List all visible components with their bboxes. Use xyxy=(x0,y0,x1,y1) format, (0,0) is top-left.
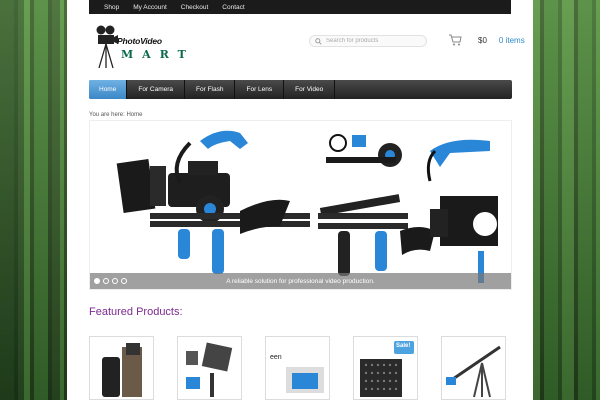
shopping-cart-icon xyxy=(449,34,462,46)
top-bar: Shop My Account Checkout Contact xyxy=(89,0,511,14)
product-card[interactable] xyxy=(177,336,242,400)
product-card[interactable]: Sale! xyxy=(353,336,418,400)
svg-text:een: een xyxy=(270,354,282,361)
search-icon xyxy=(315,37,322,45)
nav-item-for-camera[interactable]: For Camera xyxy=(127,80,186,99)
topbar-link-contact[interactable]: Contact xyxy=(222,4,244,11)
product-card[interactable]: een xyxy=(265,336,330,400)
slider-dot[interactable] xyxy=(112,278,118,284)
movie-camera-icon xyxy=(96,25,118,69)
product-card[interactable] xyxy=(441,336,506,400)
slider-dot[interactable] xyxy=(94,278,100,284)
slider-dots xyxy=(94,278,127,284)
topbar-link-my-account[interactable]: My Account xyxy=(133,4,167,11)
monitor-product-icon: een xyxy=(270,354,324,393)
slider-caption: A reliable solution for professional vid… xyxy=(226,277,375,285)
hero-slider[interactable]: A reliable solution for professional vid… xyxy=(89,120,512,290)
breadcrumb: You are here: Home xyxy=(89,112,143,118)
sale-badge: Sale! xyxy=(396,343,411,349)
page-container: Shop My Account Checkout Contact PhotoVi… xyxy=(67,0,533,400)
jib-crane-product-icon xyxy=(446,345,501,398)
topbar-link-shop[interactable]: Shop xyxy=(104,4,119,11)
cart-items-link[interactable]: 0 items xyxy=(499,36,525,45)
led-panel-product-icon xyxy=(186,342,233,397)
cart-amount: $0 xyxy=(478,35,487,45)
camera-rig-image xyxy=(116,130,498,283)
logo-subtitle: MART xyxy=(121,48,195,61)
nav-item-home[interactable]: Home xyxy=(89,80,128,99)
main-nav: Home For Camera For Flash For Lens For V… xyxy=(89,80,512,99)
featured-heading: Featured Products: xyxy=(89,306,183,318)
nav-item-for-lens[interactable]: For Lens xyxy=(235,80,285,99)
nav-item-for-flash[interactable]: For Flash xyxy=(185,80,236,99)
cart-widget[interactable]: $0 0 items xyxy=(448,34,525,46)
flash-product-icon xyxy=(102,343,142,397)
topbar-link-checkout[interactable]: Checkout xyxy=(181,4,208,11)
search-input[interactable] xyxy=(326,38,422,44)
search-box xyxy=(309,35,427,47)
slider-dot[interactable] xyxy=(103,278,109,284)
product-card[interactable] xyxy=(89,336,154,400)
slider-caption-bar: A reliable solution for professional vid… xyxy=(90,273,511,289)
slider-dot[interactable] xyxy=(121,278,127,284)
featured-products: een Sale! xyxy=(89,336,512,400)
logo-title: PhotoVideo xyxy=(117,36,162,46)
site-logo[interactable]: PhotoVideo MART xyxy=(95,24,186,70)
nav-item-for-video[interactable]: For Video xyxy=(284,80,336,99)
